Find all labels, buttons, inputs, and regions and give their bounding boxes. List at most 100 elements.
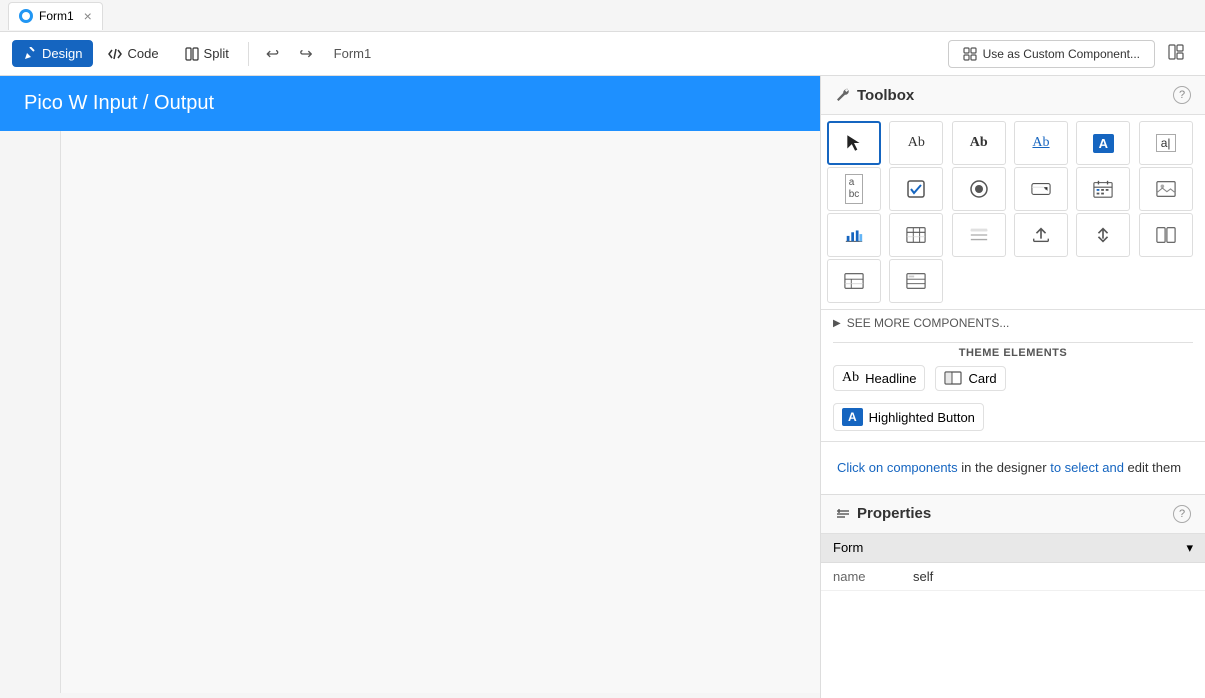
theme-section: THEME ELEMENTS Ab Headline Card [821, 336, 1205, 397]
toolbar: Design Code Split ↩ ↪ Form1 Use as Custo… [0, 32, 1205, 76]
tab-form1[interactable]: Form1 × [8, 2, 103, 30]
props-key-name: name [833, 569, 913, 584]
custom-component-button[interactable]: Use as Custom Component... [948, 40, 1155, 68]
tool-grid: Ab Ab Ab A a| abc [821, 115, 1205, 309]
split-button[interactable]: Split [174, 40, 240, 67]
tool-text-bold[interactable]: Ab [952, 121, 1006, 165]
tool-dropdown[interactable] [1014, 167, 1068, 211]
props-val-name: self [913, 569, 933, 584]
theme-items: Ab Headline Card [833, 365, 1193, 391]
chart-icon [844, 225, 864, 245]
split-icon [185, 47, 199, 61]
tool-chart[interactable] [827, 213, 881, 257]
dropdown-icon [1031, 179, 1051, 199]
highlighted-button-icon: A [842, 408, 863, 426]
input-icon: a| [1156, 134, 1176, 152]
properties-help-icon[interactable]: ? [1173, 505, 1191, 523]
see-more-components[interactable]: ▶ SEE MORE COMPONENTS... [821, 309, 1205, 336]
highlighted-button-section: A Highlighted Button [821, 397, 1205, 441]
tool-text-link[interactable]: Ab [1014, 121, 1068, 165]
cursor-icon [844, 133, 864, 153]
multiline-icon: abc [845, 174, 864, 204]
properties-header: Properties ? [821, 494, 1205, 534]
properties-dropdown-arrow: ▾ [1186, 540, 1193, 556]
properties-row-name: name self [821, 563, 1205, 591]
main-layout: Pico W Input / Output Toolbox ? Ab [0, 76, 1205, 698]
columns-icon [1156, 225, 1176, 245]
tool-vsplit[interactable] [1076, 213, 1130, 257]
undo-button[interactable]: ↩ [257, 38, 288, 70]
card-label: Card [968, 371, 996, 386]
radio-icon [969, 179, 989, 199]
canvas-area[interactable]: Pico W Input / Output [0, 76, 820, 698]
button-icon: A [1093, 134, 1114, 153]
tool-radio[interactable] [952, 167, 1006, 211]
tab-icon [19, 9, 33, 23]
hint-click: Click on components [837, 460, 958, 475]
right-panel: Toolbox ? Ab Ab Ab A [820, 76, 1205, 698]
vlist-icon [906, 271, 926, 291]
tool-columns[interactable] [1139, 213, 1193, 257]
tab-title: Form1 [39, 9, 74, 23]
properties-dropdown-label: Form [833, 540, 863, 555]
highlighted-button-label: Highlighted Button [869, 410, 975, 425]
theme-card[interactable]: Card [935, 366, 1005, 391]
properties-icon [835, 506, 851, 522]
form-title: Form1 [334, 46, 372, 61]
see-more-label: SEE MORE COMPONENTS... [847, 316, 1010, 330]
tab-close-button[interactable]: × [84, 9, 92, 23]
layout-toggle-button[interactable] [1159, 38, 1193, 69]
tool-calendar[interactable] [1076, 167, 1130, 211]
toolbox-title: Toolbox [835, 87, 914, 104]
redo-button[interactable]: ↪ [290, 38, 321, 70]
image-icon [1156, 179, 1176, 199]
toolbox-help-icon[interactable]: ? [1173, 86, 1191, 104]
canvas-content[interactable] [60, 131, 820, 693]
toolbox-header: Toolbox ? [821, 76, 1205, 115]
tool-image[interactable] [1139, 167, 1193, 211]
calendar-icon [1093, 179, 1113, 199]
tool-input[interactable]: a| [1139, 121, 1193, 165]
hint-edit: edit them [1128, 460, 1181, 475]
text-link-icon: Ab [1032, 135, 1049, 151]
hint-in-designer: in the designer [961, 460, 1050, 475]
code-button[interactable]: Code [97, 40, 169, 67]
headline-icon: Ab [842, 370, 859, 386]
toolbar-divider-1 [248, 42, 249, 66]
vsplit-icon [1093, 225, 1113, 245]
tool-cursor[interactable] [827, 121, 881, 165]
see-more-arrow: ▶ [833, 318, 841, 329]
theme-headline[interactable]: Ab Headline [833, 365, 925, 391]
canvas-header: Pico W Input / Output [0, 76, 820, 131]
properties-title: Properties [835, 505, 931, 522]
tool-hgrid[interactable] [952, 213, 1006, 257]
datagrid-icon [906, 225, 926, 245]
checkbox-icon [906, 179, 926, 199]
tool-checkbox[interactable] [889, 167, 943, 211]
hint-to-select: to select and [1050, 460, 1124, 475]
tool-vlist[interactable] [889, 259, 943, 303]
tool-text-label[interactable]: Ab [889, 121, 943, 165]
headline-label: Headline [865, 371, 916, 386]
tool-hform[interactable] [827, 259, 881, 303]
code-icon [108, 47, 122, 61]
wrench-icon [835, 87, 851, 103]
theme-highlighted-button[interactable]: A Highlighted Button [833, 403, 984, 431]
hform-icon [844, 271, 864, 291]
upload-icon [1031, 225, 1051, 245]
layout-icon [1168, 44, 1184, 60]
undo-redo-group: ↩ ↪ [257, 38, 322, 70]
properties-dropdown[interactable]: Form ▾ [821, 534, 1205, 563]
theme-label: THEME ELEMENTS [833, 342, 1193, 365]
text-bold-icon: Ab [970, 135, 988, 151]
tool-multiline[interactable]: abc [827, 167, 881, 211]
hgrid-icon [969, 225, 989, 245]
design-button[interactable]: Design [12, 40, 93, 67]
tool-upload[interactable] [1014, 213, 1068, 257]
tool-datagrid[interactable] [889, 213, 943, 257]
tool-button[interactable]: A [1076, 121, 1130, 165]
hint-box: Click on components in the designer to s… [821, 441, 1205, 494]
tab-bar: Form1 × [0, 0, 1205, 32]
design-icon [23, 47, 37, 61]
custom-component-icon [963, 47, 977, 61]
